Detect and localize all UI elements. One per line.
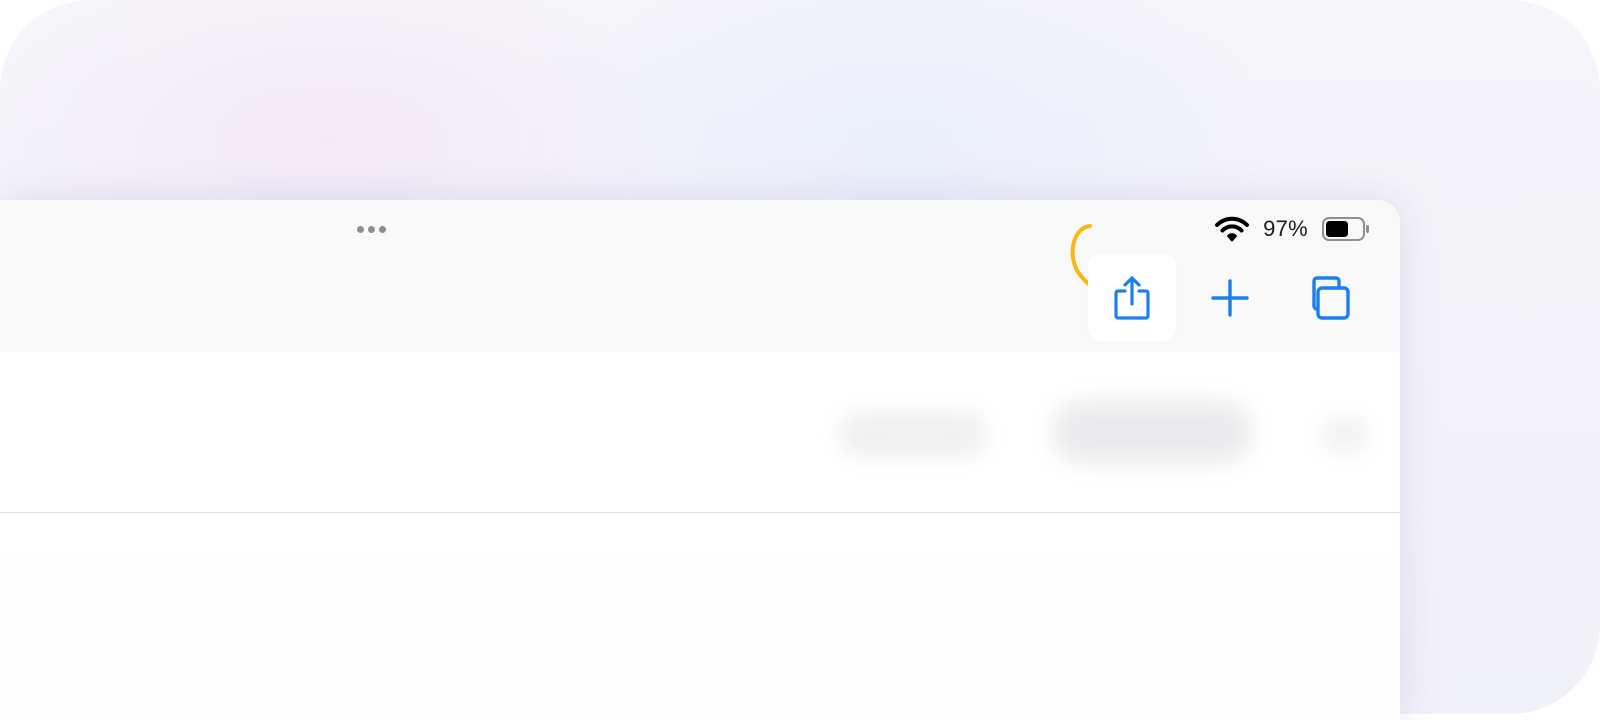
blurred-element bbox=[838, 410, 988, 458]
battery-percentage: 97% bbox=[1263, 216, 1308, 241]
tabs-overview-button[interactable] bbox=[1284, 254, 1372, 342]
share-button[interactable] bbox=[1088, 254, 1176, 342]
ellipsis-icon[interactable] bbox=[357, 226, 386, 233]
tabs-icon bbox=[1312, 276, 1350, 320]
address-area bbox=[0, 352, 1400, 513]
blurred-element bbox=[1320, 416, 1370, 454]
status-bar: 97% bbox=[1215, 216, 1370, 242]
battery-icon bbox=[1322, 217, 1369, 241]
toolbar: 97% bbox=[0, 200, 1400, 352]
browser-window: 97% bbox=[0, 200, 1400, 720]
plus-icon bbox=[1211, 279, 1249, 317]
page-content bbox=[0, 514, 1400, 720]
blurred-element bbox=[1052, 402, 1252, 462]
toolbar-buttons bbox=[1078, 254, 1372, 342]
wifi-icon bbox=[1215, 216, 1250, 242]
new-tab-button[interactable] bbox=[1186, 254, 1274, 342]
share-icon bbox=[1114, 276, 1150, 320]
